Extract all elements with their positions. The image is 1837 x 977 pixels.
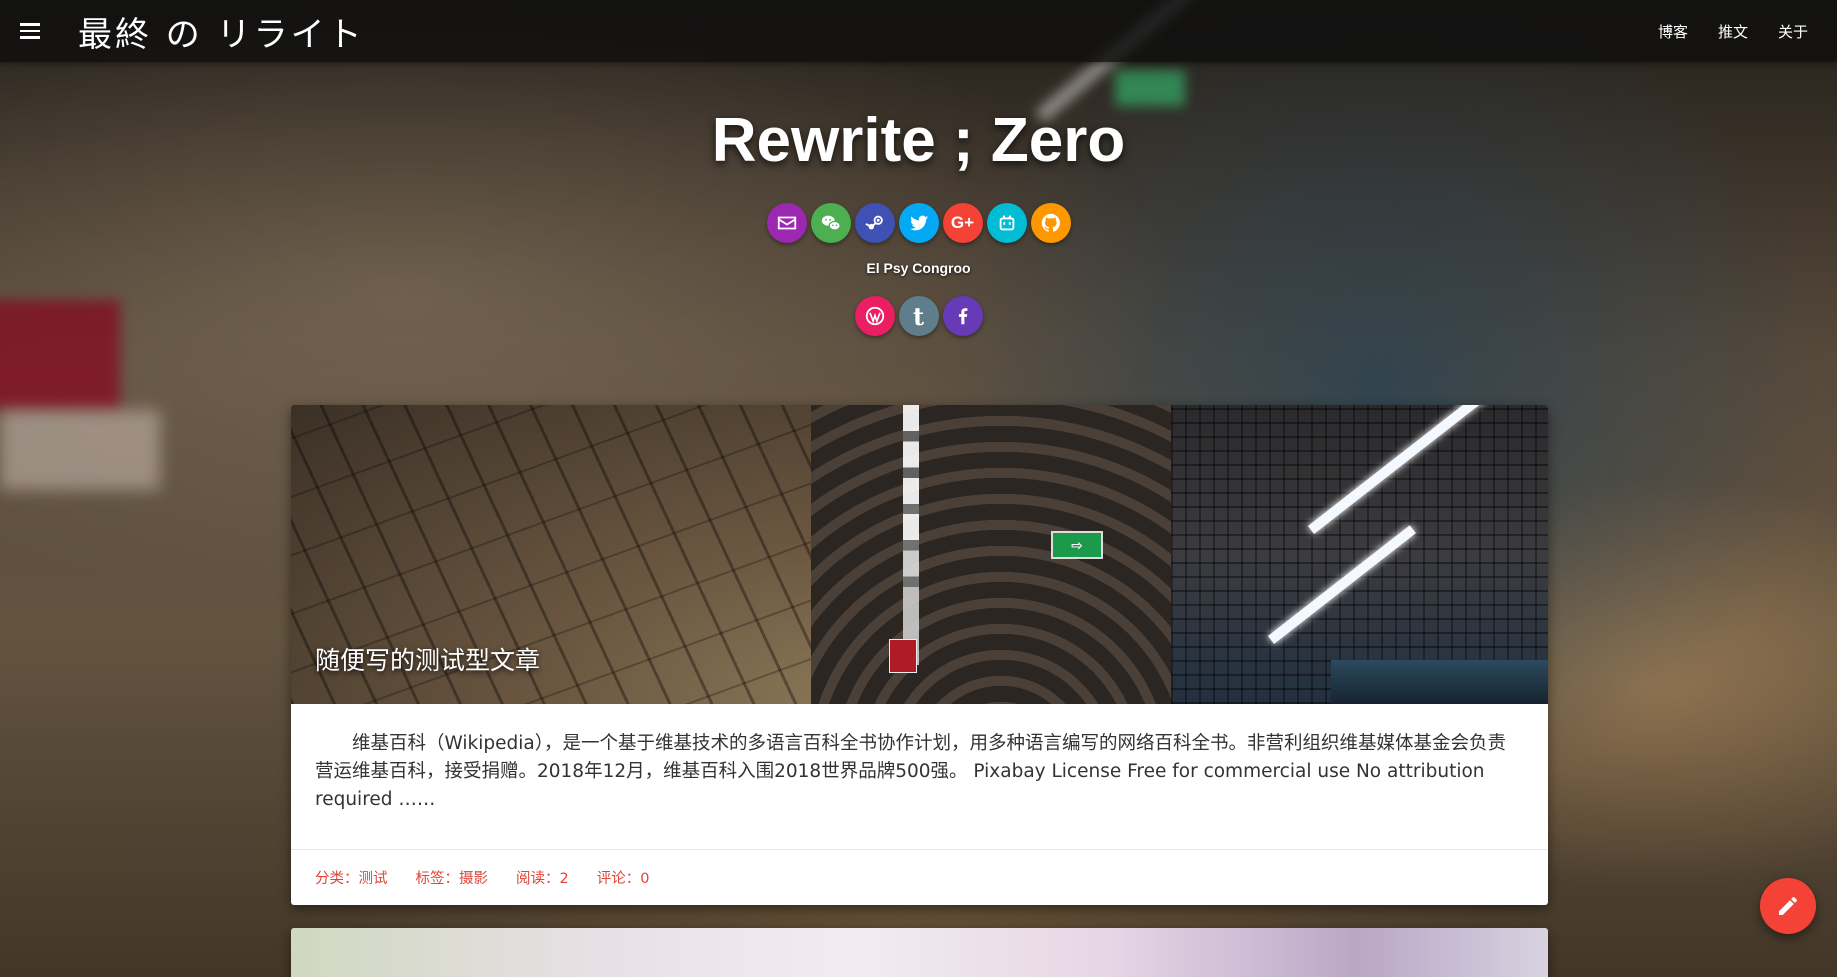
nav-link-posts[interactable]: 推文 [1703,21,1763,42]
facebook-icon[interactable] [942,296,983,336]
social-links-row-2: t [0,296,1837,336]
pencil-icon[interactable] [1760,878,1816,934]
post-views: 阅读：2 [516,871,569,887]
post-card[interactable]: ⇨ 随便写的测试型文章 维基百科（Wikipedia），是一个基于维基技术的多语… [291,405,1548,905]
nav-link-about[interactable]: 关于 [1763,21,1823,42]
wordpress-icon[interactable] [854,296,895,336]
post-tags[interactable]: 标签：摄影 [416,867,489,888]
wechat-icon[interactable] [810,203,851,243]
post-comments: 评论：0 [596,871,650,887]
hamburger-menu-icon[interactable] [20,19,50,43]
social-links-row-1: G+ [0,203,1837,243]
steam-icon[interactable] [854,203,895,243]
google-plus-icon[interactable]: G+ [942,203,983,243]
email-icon[interactable] [766,203,807,243]
post-excerpt-container: 维基百科（Wikipedia），是一个基于维基技术的多语言百科全书协作计划，用多… [291,704,1548,849]
motto-text: El Psy Congroo [866,260,971,276]
hero-title: Rewrite ; Zero [711,106,1126,175]
twitter-icon[interactable] [898,203,939,243]
next-post-card[interactable] [291,928,1548,977]
site-title[interactable]: 最終 の リライト [78,7,365,56]
post-meta: 分类：测试 标签：摄影 阅读：2 评论：0 [291,849,1548,905]
post-excerpt: 维基百科（Wikipedia），是一个基于维基技术的多语言百科全书协作计划，用多… [315,733,1506,810]
post-cover-image[interactable]: ⇨ 随便写的测试型文章 [291,405,1548,704]
github-icon[interactable] [1030,203,1071,243]
post-title[interactable]: 随便写的测试型文章 [315,641,540,677]
exit-sign-icon: ⇨ [1051,531,1103,559]
top-nav: 博客 推文 关于 [1643,0,1823,62]
post-category[interactable]: 分类：测试 [315,867,388,888]
top-app-bar: 最終 の リライト 博客 推文 关于 [0,0,1837,62]
tumblr-icon[interactable]: t [898,296,939,336]
nav-link-blog[interactable]: 博客 [1643,21,1703,42]
bilibili-icon[interactable] [986,203,1027,243]
